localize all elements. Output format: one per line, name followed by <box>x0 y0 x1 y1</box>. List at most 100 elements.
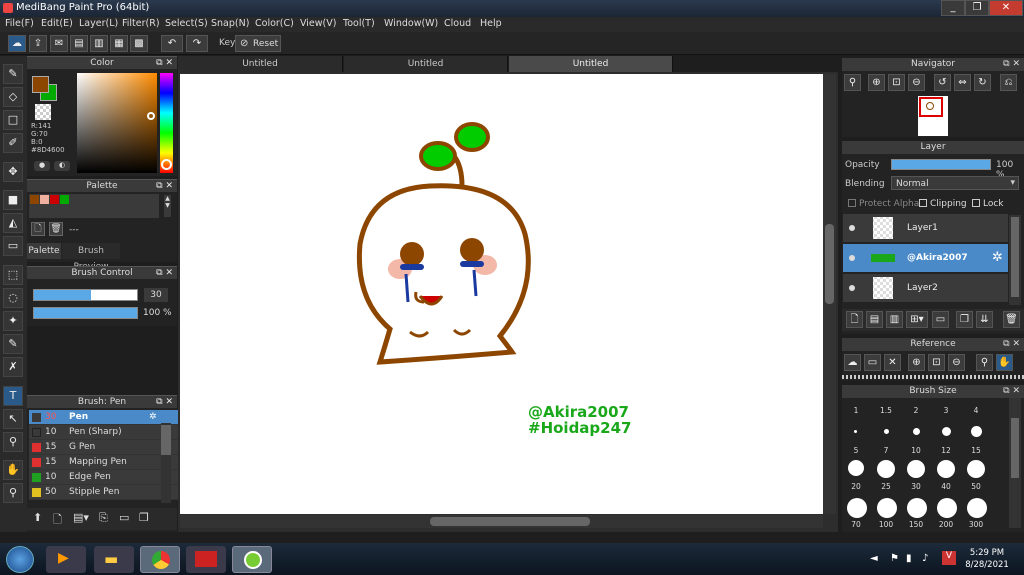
operation-tool-icon[interactable]: ↖ <box>3 409 23 429</box>
layer-row-akira2007[interactable]: @Akira2007 ✲ <box>843 244 1008 273</box>
brush-tool-icon[interactable]: ✎ <box>3 64 23 84</box>
brush-size-option[interactable]: 1 <box>842 406 870 415</box>
layer-settings-icon[interactable]: ✲ <box>992 250 1003 265</box>
add-layer-menu-icon[interactable]: ⊞▾ <box>906 311 928 328</box>
menu-view[interactable]: View(V) <box>300 18 336 29</box>
nav-zoom-out-icon[interactable]: ⊖ <box>908 74 925 91</box>
brush-size-slider[interactable] <box>33 289 138 301</box>
panel-close-icon[interactable]: ⧉ ✕ <box>1003 58 1020 71</box>
visibility-eye-icon[interactable] <box>849 285 855 291</box>
brush-size-dot[interactable] <box>847 498 867 518</box>
brush-size-option[interactable]: 5 <box>842 446 870 455</box>
eraser-tool-icon[interactable]: ◇ <box>3 87 23 107</box>
color-picker-cursor[interactable] <box>147 112 155 120</box>
minimize-button[interactable]: _ <box>941 0 965 16</box>
close-button[interactable]: ✕ <box>989 0 1023 16</box>
brush-size-option[interactable]: 2 <box>902 406 930 415</box>
brush-size-option[interactable]: 50 <box>962 482 990 491</box>
menu-snap[interactable]: Snap(N) <box>211 18 249 29</box>
tab-untitled-2[interactable]: Untitled <box>344 56 508 72</box>
hand-tool-icon[interactable]: ✋ <box>3 460 23 480</box>
transparent-swatch[interactable] <box>35 104 51 120</box>
select-eraser-icon[interactable]: ✗ <box>3 357 23 377</box>
menu-color[interactable]: Color(C) <box>255 18 294 29</box>
magic-wand-icon[interactable]: ✦ <box>3 311 23 331</box>
drawing-canvas[interactable]: @Akira2007 #Hoidap247 <box>180 74 823 514</box>
brush-size-option[interactable]: 1.5 <box>872 406 900 415</box>
new-brush-icon[interactable]: 🗋 <box>53 511 62 530</box>
ref-open-icon[interactable]: ▭ <box>864 354 881 371</box>
share-icon[interactable]: ⇪ <box>29 35 47 52</box>
nav-fit-icon[interactable]: ⊡ <box>888 74 905 91</box>
brush-size-dot[interactable] <box>884 429 889 434</box>
brush-size-option[interactable]: 300 <box>962 520 990 529</box>
ref-close-icon[interactable]: ✕ <box>884 354 901 371</box>
brush-size-option[interactable]: 3 <box>932 406 960 415</box>
brush-size-value[interactable]: 30 <box>144 288 168 302</box>
clock[interactable]: 5:29 PM 8/28/2021 <box>962 547 1012 571</box>
nav-zoom-reset-icon[interactable]: ⚲ <box>844 74 861 91</box>
tray-v-icon[interactable]: V <box>942 551 956 565</box>
new-layer-icon[interactable]: 🗋 <box>846 311 863 328</box>
brush-size-dot[interactable] <box>937 460 955 478</box>
brush-size-option[interactable]: 20 <box>842 482 870 491</box>
pen-tool-icon[interactable]: ✐ <box>3 133 23 153</box>
brush-opacity-slider[interactable] <box>33 307 138 319</box>
undo-icon[interactable]: ↶ <box>161 35 183 52</box>
panel-close-icon[interactable]: ⧉ ✕ <box>1003 385 1020 398</box>
brush-size-dot[interactable] <box>854 430 857 433</box>
tray-volume-icon[interactable]: ◄ <box>870 553 878 564</box>
delete-layer-icon[interactable]: 🗑 <box>1003 311 1020 328</box>
gradient-tool-icon[interactable]: ▭ <box>3 236 23 256</box>
ref-cloud-icon[interactable]: ☁ <box>844 354 861 371</box>
brush-settings-icon[interactable]: ✲ <box>149 410 157 425</box>
taskbar-chrome-icon[interactable] <box>140 546 180 573</box>
ref-zoom-out-icon[interactable]: ⊖ <box>948 354 965 371</box>
chat-icon[interactable]: ▤ <box>70 35 88 52</box>
palette-swatch[interactable] <box>30 195 39 204</box>
brush-size-option[interactable]: 25 <box>872 482 900 491</box>
blending-dropdown[interactable]: Normal ▾ <box>891 176 1019 190</box>
palette-scrollbar[interactable]: ▲ ▼ <box>164 195 171 217</box>
menu-window[interactable]: Window(W) <box>384 18 438 29</box>
select-pen-icon[interactable]: ✎ <box>3 334 23 354</box>
brush-size-option[interactable]: 7 <box>872 446 900 455</box>
palette-swatch[interactable] <box>50 195 59 204</box>
select-tool-icon[interactable]: ⬚ <box>3 265 23 285</box>
color-mode-icon[interactable]: ● <box>34 161 50 171</box>
menu-select[interactable]: Select(S) <box>165 18 208 29</box>
delete-palette-icon[interactable]: 🗑 <box>49 222 63 236</box>
panel-close-icon[interactable]: ⧉ ✕ <box>156 57 173 70</box>
horizontal-scroll-thumb[interactable] <box>430 517 590 526</box>
comment-icon[interactable]: ✉ <box>50 35 68 52</box>
brush-size-option[interactable]: 100 <box>872 520 900 529</box>
saturation-value-picker[interactable] <box>77 73 157 173</box>
maximize-button[interactable]: ❐ <box>965 0 989 16</box>
layer-opacity-slider[interactable] <box>891 159 991 170</box>
tray-flag-icon[interactable]: ⚑ <box>890 553 899 564</box>
nav-rotate-right-icon[interactable]: ↻ <box>974 74 991 91</box>
layer-row-layer1[interactable]: Layer1 <box>843 214 1008 243</box>
brush-size-option[interactable]: 70 <box>842 520 870 529</box>
menu-filter[interactable]: Filter(R) <box>122 18 160 29</box>
bucket-tool-icon[interactable]: ◭ <box>3 213 23 233</box>
add-brush-icon[interactable]: ⬆ <box>33 511 42 524</box>
brush-size-scroll-thumb[interactable] <box>1011 418 1019 478</box>
menu-edit[interactable]: Edit(E) <box>41 18 73 29</box>
zoom-tool-icon[interactable]: ⚲ <box>3 483 23 503</box>
tab-palette[interactable]: Palette <box>27 243 61 259</box>
brush-size-option[interactable]: 30 <box>902 482 930 491</box>
brush-size-dot[interactable] <box>942 427 951 436</box>
new-8bit-layer-icon[interactable]: ▤ <box>866 311 883 328</box>
brush-size-option[interactable]: 10 <box>902 446 930 455</box>
brush-list-scroll-thumb[interactable] <box>161 425 171 455</box>
brush-size-option[interactable]: 200 <box>932 520 960 529</box>
nav-zoom-in-icon[interactable]: ⊕ <box>868 74 885 91</box>
new-1bit-layer-icon[interactable]: ▥ <box>886 311 903 328</box>
panel-close-icon[interactable]: ⧉ ✕ <box>156 396 173 409</box>
palette-swatch[interactable] <box>60 195 69 204</box>
brush-size-dot[interactable] <box>967 460 985 478</box>
clipping-checkbox[interactable] <box>919 199 927 207</box>
panel-close-icon[interactable]: ⧉ ✕ <box>156 267 173 280</box>
hue-slider-handle[interactable] <box>161 159 172 170</box>
